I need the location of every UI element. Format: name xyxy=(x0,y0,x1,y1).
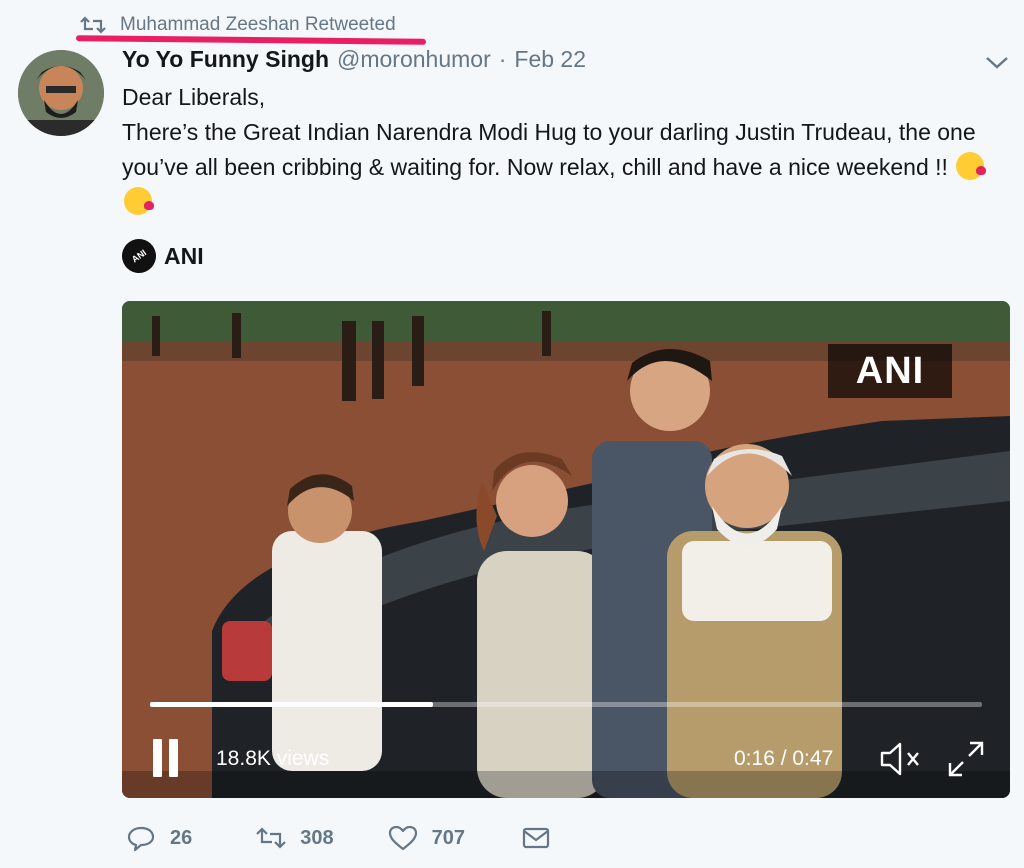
heart-icon xyxy=(388,825,417,851)
tweet-actions: 26 308 707 xyxy=(122,818,551,858)
kissing-face-emoji-icon xyxy=(124,187,154,215)
retweeted-by-link[interactable]: Muhammad Zeeshan Retweeted xyxy=(120,14,396,36)
quoted-account-name[interactable]: ANI xyxy=(164,243,204,270)
reply-icon xyxy=(127,826,155,852)
retweet-icon xyxy=(256,827,287,849)
display-name[interactable]: Yo Yo Funny Singh xyxy=(122,46,329,73)
view-count: 18.8K views xyxy=(216,747,330,770)
video-player[interactable]: ANI 18.8K views 0:16 / 0:47 xyxy=(122,301,1010,798)
reply-count: 26 xyxy=(170,826,193,849)
retweet-button[interactable]: 308 xyxy=(256,824,334,852)
avatar[interactable] xyxy=(18,50,104,136)
user-handle[interactable]: @moronhumor xyxy=(337,46,491,73)
tweet-header: Yo Yo Funny Singh @moronhumor · Feb 22 xyxy=(122,46,586,78)
tweet-text-line1: Dear Liberals, xyxy=(122,84,266,110)
fullscreen-icon[interactable] xyxy=(946,739,986,779)
chevron-down-icon[interactable] xyxy=(984,52,1010,72)
kissing-face-emoji-icon xyxy=(956,152,987,180)
quoted-account[interactable]: ANI ANI xyxy=(115,232,204,280)
envelope-icon xyxy=(522,827,550,849)
direct-message-button[interactable] xyxy=(521,824,551,852)
pause-icon-bar xyxy=(169,739,178,777)
retweet-icon xyxy=(80,16,106,34)
mute-icon[interactable] xyxy=(878,739,922,779)
like-count: 707 xyxy=(431,826,465,849)
video-controls: 18.8K views 0:16 / 0:47 xyxy=(122,721,1010,798)
progress-bar[interactable] xyxy=(150,702,982,707)
like-button[interactable]: 707 xyxy=(388,824,465,852)
tweet-date[interactable]: Feb 22 xyxy=(514,46,586,73)
pause-icon xyxy=(153,739,162,777)
video-time: 0:16 / 0:47 xyxy=(734,747,834,770)
reply-button[interactable]: 26 xyxy=(126,824,192,852)
tweet-text-body: There’s the Great Indian Narendra Modi H… xyxy=(122,119,976,180)
progress-fill xyxy=(150,702,433,707)
ani-logo-icon: ANI xyxy=(115,232,163,280)
header-separator: · xyxy=(498,46,507,72)
pause-button[interactable] xyxy=(150,739,182,779)
tweet-text: Dear Liberals, There’s the Great Indian … xyxy=(122,80,1002,220)
video-watermark: ANI xyxy=(828,344,952,398)
retweet-count: 308 xyxy=(300,826,334,849)
